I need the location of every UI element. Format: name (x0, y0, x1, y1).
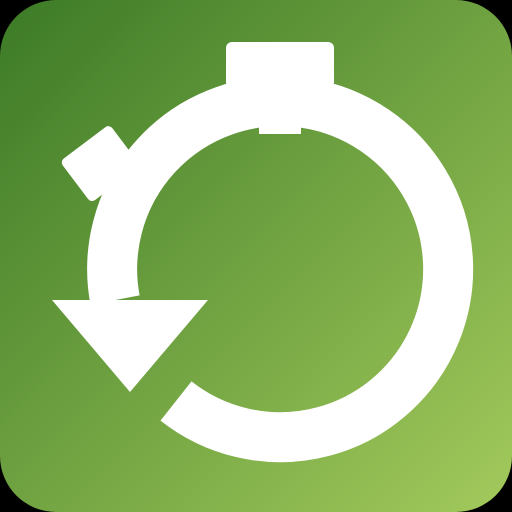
app-icon[interactable] (0, 0, 512, 512)
stopwatch-restart-icon (0, 0, 512, 512)
